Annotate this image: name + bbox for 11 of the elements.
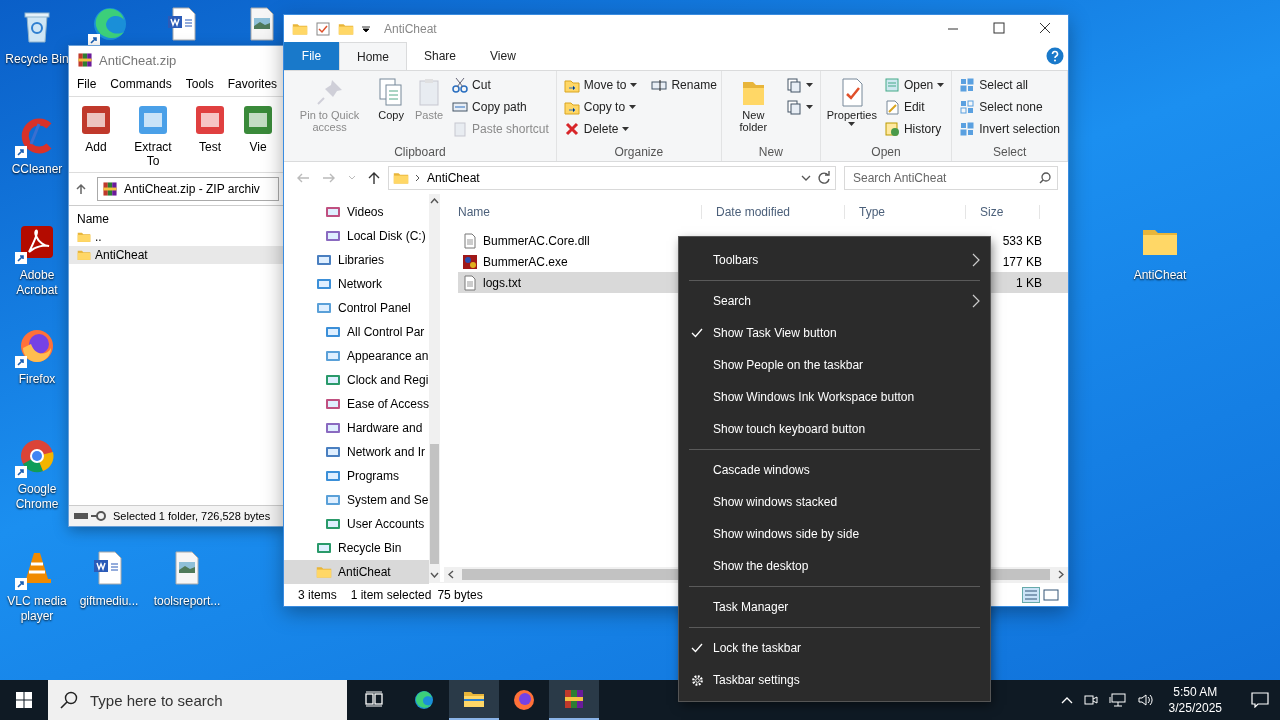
group-label: Organize: [613, 145, 665, 161]
group-label: Clipboard: [393, 145, 447, 161]
window-title: AntiCheat: [384, 21, 437, 36]
window-title: AntiCheat.zip: [99, 52, 177, 68]
selection-size: 75 bytes: [437, 587, 483, 602]
group-label: New: [757, 145, 784, 161]
selection-info: 1 item selected: [350, 587, 432, 602]
group-label: Open: [870, 145, 902, 161]
status-text: Selected 1 folder, 726,528 bytes: [113, 510, 271, 522]
item-count: 3 items: [298, 587, 337, 602]
group-label: Select: [991, 145, 1028, 161]
